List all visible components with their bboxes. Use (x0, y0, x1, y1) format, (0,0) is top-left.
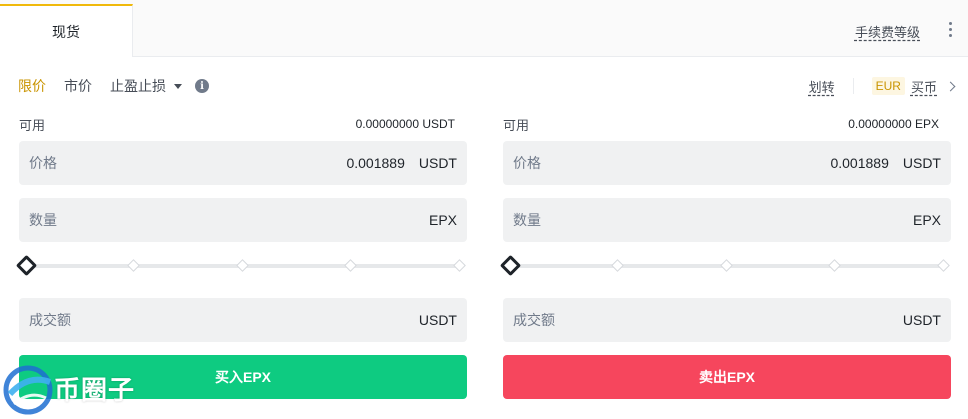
buy-price-field[interactable]: 价格 0.001889 USDT (19, 141, 467, 185)
tab-spot[interactable]: 现货 (0, 4, 133, 57)
slider-handle[interactable] (499, 254, 522, 277)
sell-button[interactable]: 卖出EPX (503, 355, 951, 399)
info-icon[interactable]: i (195, 79, 209, 93)
divider (852, 78, 854, 94)
slider-handle[interactable] (15, 254, 38, 277)
sell-available: 可用 0.00000000 EPX (503, 112, 951, 136)
sell-amount-field[interactable]: 数量 EPX (503, 198, 951, 242)
sell-total-field[interactable]: 成交额 USDT (503, 298, 951, 342)
amount-unit: EPX (428, 212, 457, 228)
transfer-link[interactable]: 划转 (809, 77, 835, 96)
buy-percent-slider[interactable] (15, 251, 467, 281)
slider-tick-75[interactable] (828, 259, 841, 272)
buy-available: 可用 0.00000000 USDT (19, 112, 467, 136)
total-label: 成交额 (513, 312, 555, 328)
slider-tick-50[interactable] (720, 259, 733, 272)
chevron-right-icon[interactable] (945, 81, 956, 91)
available-label: 可用 (503, 117, 530, 133)
order-type-limit[interactable]: 限价 (18, 76, 46, 96)
buy-total-field[interactable]: 成交额 USDT (19, 298, 467, 342)
available-label: 可用 (19, 117, 46, 133)
order-type-stop-limit[interactable]: 止盈止损 (110, 76, 182, 96)
header-links: 划转 EUR 买币 (809, 76, 956, 96)
stop-limit-label: 止盈止损 (110, 78, 166, 94)
order-type-market[interactable]: 市价 (64, 76, 92, 96)
price-value[interactable]: 0.001889 (830, 155, 888, 171)
order-type-selector: 限价 市价 止盈止损 i (18, 76, 209, 96)
sell-price-field[interactable]: 价格 0.001889 USDT (503, 141, 951, 185)
slider-tick-25[interactable] (611, 259, 624, 272)
total-label: 成交额 (29, 312, 71, 328)
slider-tick-50[interactable] (236, 259, 249, 272)
amount-label: 数量 (513, 212, 541, 228)
available-value: 0.00000000 USDT (355, 117, 455, 131)
currency-badge[interactable]: EUR (871, 77, 905, 95)
price-label: 价格 (29, 155, 57, 171)
caret-down-icon (174, 83, 182, 89)
slider-tick-100[interactable] (453, 259, 466, 272)
more-vertical-icon[interactable] (945, 20, 955, 40)
tab-bar: 现货 手续费等级 (0, 0, 968, 57)
sell-percent-slider[interactable] (499, 251, 951, 281)
total-unit: USDT (418, 312, 457, 328)
fee-level-link[interactable]: 手续费等级 (855, 22, 920, 41)
available-value: 0.00000000 EPX (848, 117, 939, 131)
amount-label: 数量 (29, 212, 57, 228)
buy-amount-field[interactable]: 数量 EPX (19, 198, 467, 242)
slider-tick-75[interactable] (344, 259, 357, 272)
price-value[interactable]: 0.001889 (346, 155, 404, 171)
slider-tick-100[interactable] (937, 259, 950, 272)
price-label: 价格 (513, 155, 541, 171)
buy-panel: 可用 0.00000000 USDT 价格 0.001889 USDT 数量 E… (15, 112, 467, 399)
slider-tick-25[interactable] (127, 259, 140, 272)
amount-unit: EPX (912, 212, 941, 228)
total-unit: USDT (902, 312, 941, 328)
price-unit: USDT (902, 155, 941, 171)
price-unit: USDT (418, 155, 457, 171)
sell-panel: 可用 0.00000000 EPX 价格 0.001889 USDT 数量 EP… (499, 112, 951, 399)
buy-crypto-link[interactable]: 买币 (911, 77, 937, 96)
buy-button[interactable]: 买入EPX (19, 355, 467, 399)
